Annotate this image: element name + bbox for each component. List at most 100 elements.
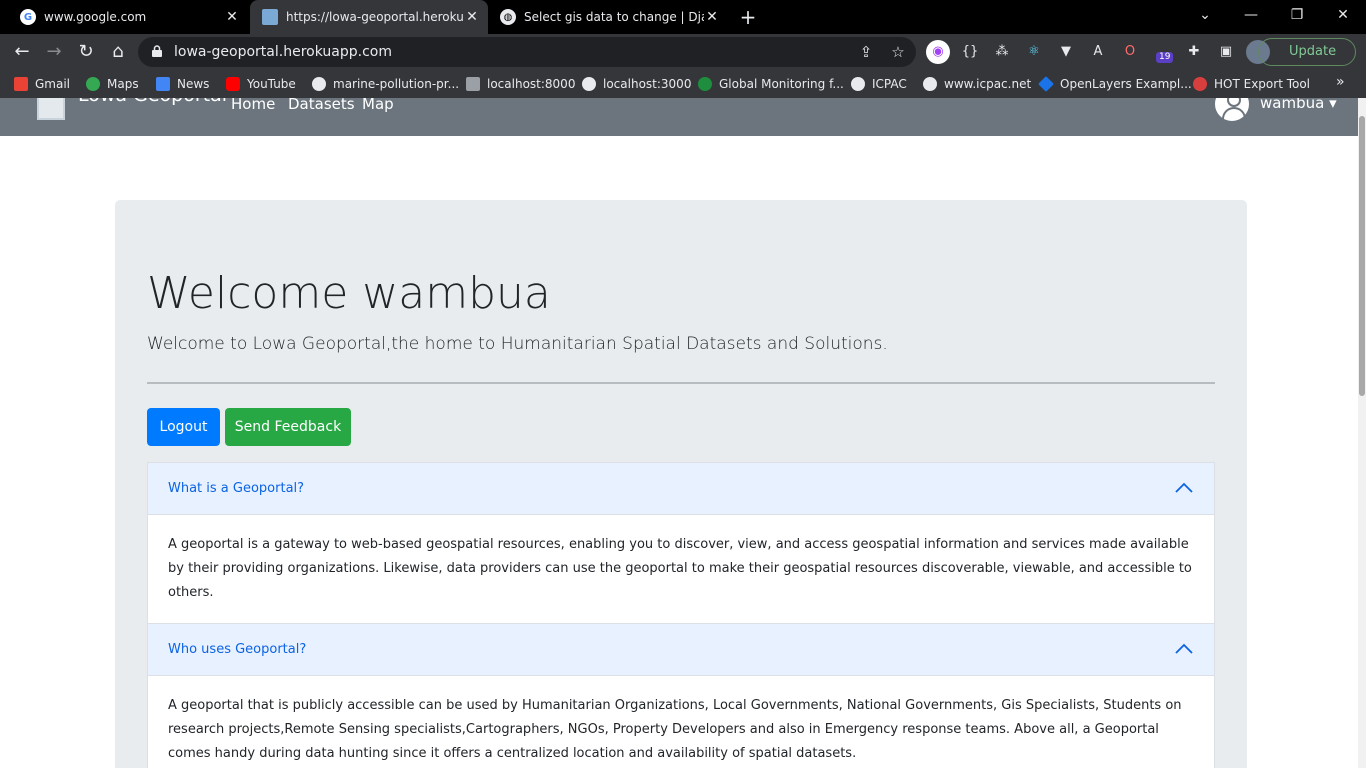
tab-title: https://lowa-geoportal.herokuapp <box>286 10 464 24</box>
site-navbar: Lowa Geoportal Home Datasets Map wambua … <box>0 98 1358 136</box>
json-extension-icon[interactable]: {} <box>958 40 982 64</box>
graph-extension-icon[interactable]: ⁂ <box>990 40 1014 64</box>
back-button[interactable]: ← <box>10 40 34 64</box>
accordion-body-what-is-geoportal: A geoportal is a gateway to web-based ge… <box>148 515 1214 624</box>
welcome-heading: Welcome wambua <box>147 268 551 319</box>
podcast-extension-icon[interactable]: ◉ <box>926 40 950 64</box>
accordion-question: Who uses Geoportal? <box>168 642 307 657</box>
bookmark-maps[interactable]: Maps <box>86 75 139 93</box>
news-icon <box>156 77 170 91</box>
gmail-icon <box>14 77 28 91</box>
site-logo[interactable] <box>37 98 65 120</box>
accordion-answer: A geoportal is a gateway to web-based ge… <box>168 537 1192 600</box>
bookmark-gmail[interactable]: Gmail <box>14 75 70 93</box>
page-scrollbar[interactable] <box>1358 98 1366 768</box>
openlayers-icon <box>1038 76 1054 92</box>
user-menu-dropdown[interactable]: wambua ▾ <box>1260 98 1337 112</box>
wappalyzer-icon[interactable]: 19 <box>1150 40 1174 64</box>
bookmark-global-monitoring[interactable]: Global Monitoring f... <box>698 75 844 93</box>
bookmark-label: YouTube <box>247 77 296 91</box>
nav-datasets[interactable]: Datasets <box>288 98 355 113</box>
scrollbar-thumb[interactable] <box>1359 116 1365 396</box>
bookmark-label: www.icpac.net <box>944 77 1032 91</box>
close-icon[interactable]: ✕ <box>464 9 480 25</box>
bookmark-marine-pollution[interactable]: marine-pollution-pr... <box>312 75 459 93</box>
divider <box>147 382 1215 384</box>
globe-icon <box>312 77 326 91</box>
globe-icon <box>582 77 596 91</box>
react-devtools-icon[interactable]: ⚛ <box>1022 40 1046 64</box>
bookmark-label: Gmail <box>35 77 71 91</box>
close-icon[interactable]: ✕ <box>224 9 240 25</box>
chevron-up-icon <box>1175 643 1193 654</box>
close-window-button[interactable]: ✕ <box>1320 0 1366 30</box>
bookmark-openlayers[interactable]: OpenLayers Exampl... <box>1038 75 1192 93</box>
tab-lowa-geoportal[interactable]: https://lowa-geoportal.herokuapp ✕ <box>250 0 488 34</box>
browser-toolbar: ← → ↻ ⌂ lowa-geoportal.herokuapp.com ⇪ ☆… <box>0 34 1366 70</box>
map-icon <box>466 77 480 91</box>
vue-devtools-icon[interactable]: ▼ <box>1054 40 1078 64</box>
bookmark-localhost-3000[interactable]: localhost:3000 <box>582 75 691 93</box>
update-button[interactable]: Update <box>1258 38 1356 66</box>
user-avatar-icon[interactable] <box>1212 98 1252 124</box>
close-icon[interactable]: ✕ <box>704 9 720 25</box>
reload-button[interactable]: ↻ <box>74 40 98 64</box>
accordion-header-what-is-geoportal[interactable]: What is a Geoportal? <box>148 463 1214 515</box>
share-icon[interactable]: ⇪ <box>856 42 876 62</box>
welcome-jumbotron: Welcome wambua Welcome to Lowa Geoportal… <box>115 200 1247 768</box>
restore-button[interactable]: ❐ <box>1274 0 1320 30</box>
youtube-icon <box>226 77 240 91</box>
faq-accordion: What is a Geoportal? A geoportal is a ga… <box>147 462 1215 768</box>
bookmark-news[interactable]: News <box>156 75 209 93</box>
tab-search-icon[interactable]: ⌄ <box>1182 0 1228 30</box>
site-brand[interactable]: Lowa Geoportal <box>78 98 227 106</box>
accordion-header-who-uses-geoportal[interactable]: Who uses Geoportal? <box>148 624 1214 676</box>
google-icon: G <box>20 9 36 25</box>
forward-button[interactable]: → <box>42 40 66 64</box>
gmes-icon <box>698 77 712 91</box>
bookmark-hot-export[interactable]: HOT Export Tool <box>1193 75 1310 93</box>
send-feedback-button[interactable]: Send Feedback <box>225 408 351 446</box>
bookmark-label: marine-pollution-pr... <box>333 77 460 91</box>
accordion-body-who-uses-geoportal: A geoportal that is publicly accessible … <box>148 676 1214 768</box>
lock-icon <box>152 45 162 57</box>
bookmark-label: Global Monitoring f... <box>719 77 844 91</box>
chevron-up-icon <box>1175 482 1193 493</box>
bookmark-icpac-net[interactable]: www.icpac.net <box>923 75 1031 93</box>
extensions-puzzle-icon[interactable]: ✚ <box>1182 40 1206 64</box>
tab-title: Select gis data to change | Djang <box>524 10 704 24</box>
bookmark-label: ICPAC <box>872 77 907 91</box>
minimize-button[interactable]: — <box>1228 0 1274 30</box>
tab-django-admin[interactable]: ◍ Select gis data to change | Djang ✕ <box>488 0 728 34</box>
welcome-lead: Welcome to Lowa Geoportal,the home to Hu… <box>147 334 888 354</box>
hot-icon <box>1193 77 1207 91</box>
opera-extension-icon[interactable]: O <box>1118 40 1142 64</box>
username: wambua <box>1260 98 1325 112</box>
bookmark-label: localhost:3000 <box>603 77 692 91</box>
page-viewport: Lowa Geoportal Home Datasets Map wambua … <box>0 98 1366 768</box>
new-tab-button[interactable]: + <box>736 5 760 29</box>
bookmark-youtube[interactable]: YouTube <box>226 75 296 93</box>
url-text: lowa-geoportal.herokuapp.com <box>174 44 392 60</box>
bookmark-label: Maps <box>107 77 139 91</box>
home-button[interactable]: ⌂ <box>106 40 130 64</box>
bookmark-icpac[interactable]: ICPAC <box>851 75 907 93</box>
bookmark-label: OpenLayers Exampl... <box>1060 77 1192 91</box>
extension-badge: 19 <box>1156 52 1174 63</box>
bookmark-label: HOT Export Tool <box>1214 77 1311 91</box>
globe-icon: ◍ <box>500 9 516 25</box>
globe-icon <box>851 77 865 91</box>
tab-google[interactable]: G www.google.com ✕ <box>8 0 248 34</box>
nav-home[interactable]: Home <box>231 98 275 113</box>
bookmarks-overflow-button[interactable]: » <box>1336 74 1345 90</box>
bookmark-localhost-8000[interactable]: localhost:8000 <box>466 75 575 93</box>
bookmarks-bar: Gmail Maps News YouTube marine-pollution… <box>0 70 1366 98</box>
map-icon <box>262 9 278 25</box>
nav-map[interactable]: Map <box>362 98 394 113</box>
globe-icon <box>923 77 937 91</box>
side-panel-icon[interactable]: ▣ <box>1214 40 1238 64</box>
bookmark-star-icon[interactable]: ☆ <box>888 42 908 62</box>
angular-devtools-icon[interactable]: A <box>1086 40 1110 64</box>
address-bar[interactable]: lowa-geoportal.herokuapp.com ⇪ ☆ <box>138 37 916 67</box>
logout-button[interactable]: Logout <box>147 408 220 446</box>
